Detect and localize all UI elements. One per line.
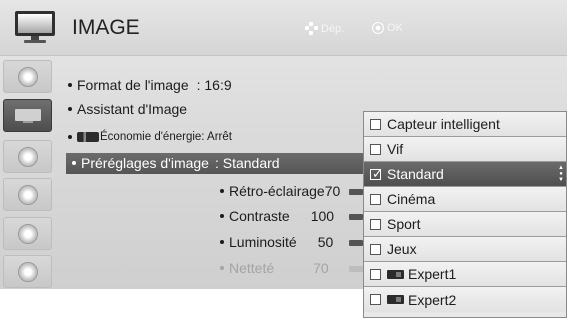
option-standard[interactable]: ✓ Standard ▲ ● ▼ (364, 162, 566, 187)
option-label: Standard (387, 166, 444, 182)
contrast-value: 100 (310, 208, 335, 224)
setting-sharpness[interactable]: Netteté 70 (218, 260, 329, 276)
tv-monitor-icon (15, 11, 55, 43)
sharpness-bar (349, 266, 363, 272)
option-vivid[interactable]: Vif (364, 137, 566, 162)
energy-saving-icon (77, 132, 99, 142)
format-label: Format de l'image (77, 77, 189, 93)
sidebar-item-lock[interactable] (3, 217, 52, 250)
hint-ok-label: OK (387, 22, 403, 34)
sidebar-item-option[interactable] (3, 255, 52, 288)
lock-icon (17, 223, 38, 244)
bullet (72, 161, 76, 165)
backlight-label: Rétro-éclairage (229, 183, 325, 199)
bullet (68, 107, 72, 111)
option-icon (17, 261, 38, 282)
page-title: IMAGE (72, 16, 140, 39)
hint-move: Dép. (305, 22, 344, 35)
option-expert2[interactable]: Expert2 (364, 287, 566, 312)
checkbox-checked: ✓ (370, 165, 383, 181)
checkbox (370, 294, 381, 305)
option-label: Expert2 (408, 291, 457, 308)
bullet (68, 83, 72, 87)
bullet (220, 214, 224, 218)
checkbox (370, 118, 381, 130)
bullet (220, 266, 224, 270)
picture-presets-row: Préréglages d'image : Standard (70, 155, 280, 171)
setting-backlight[interactable]: Rétro-éclairage 70 (218, 183, 340, 199)
picture-tv-icon (17, 66, 38, 87)
sidebar-item-picture[interactable] (3, 60, 52, 93)
brightness-value: 50 (317, 234, 334, 250)
option-sport[interactable]: Sport (364, 212, 566, 237)
bullet (68, 135, 72, 139)
sidebar-item-image[interactable] (3, 99, 52, 132)
checkbox (370, 218, 381, 230)
menu-item-format[interactable]: Format de l'image : 16:9 (66, 77, 232, 93)
sharpness-label: Netteté (229, 260, 275, 276)
hint-move-label: Dép. (321, 22, 345, 35)
ok-button-icon (372, 22, 384, 34)
backlight-value: 70 (324, 183, 341, 199)
hint-ok: OK (372, 22, 403, 34)
checkbox (370, 268, 381, 280)
expert-mode-icon (387, 269, 404, 279)
sidebar-item-time[interactable] (3, 178, 52, 211)
dpad-icon (305, 22, 318, 35)
setting-brightness[interactable]: Luminosité 50 (218, 234, 333, 250)
option-label: Cinéma (387, 191, 436, 207)
menu-item-assistant[interactable]: Assistant d'Image (66, 101, 187, 117)
assistant-label: Assistant d'Image (77, 101, 188, 117)
sharpness-value: 70 (313, 260, 329, 276)
category-sidebar (0, 56, 55, 289)
option-smart-sensor[interactable]: Capteur intelligent (364, 112, 566, 137)
check-mark-icon: ✓ (372, 165, 383, 181)
energy-saving-label: Économie d'énergie: Arrêt (100, 131, 232, 143)
backlight-bar (349, 189, 363, 195)
checkbox (370, 243, 381, 255)
format-value: : 16:9 (196, 77, 232, 93)
speaker-icon (17, 146, 38, 167)
option-label: Sport (387, 216, 421, 232)
contrast-bar (349, 214, 363, 220)
expert-mode-icon (387, 295, 404, 304)
picture-presets-value: : Standard (214, 155, 280, 171)
option-label: Vif (387, 141, 404, 157)
bullet (220, 240, 224, 244)
sidebar-item-audio[interactable] (3, 140, 52, 173)
menu-item-energy-saving[interactable]: Économie d'énergie: Arrêt (66, 131, 232, 143)
option-label: Jeux (387, 241, 417, 257)
option-label: Expert1 (408, 266, 457, 282)
setting-contrast[interactable]: Contraste 100 (218, 208, 334, 224)
checkbox (370, 143, 381, 155)
option-game[interactable]: Jeux (364, 237, 566, 262)
option-cinema[interactable]: Cinéma (364, 187, 566, 212)
menu-item-picture-presets[interactable]: Préréglages d'image : Standard (66, 153, 371, 174)
bullet (220, 189, 224, 193)
picture-presets-label: Préréglages d'image (81, 155, 209, 171)
checkbox (370, 193, 381, 205)
brightness-bar (349, 240, 363, 246)
contrast-label: Contraste (229, 208, 290, 224)
clock-icon (17, 184, 38, 205)
scroll-arrows-icon: ▲ ● ▼ (558, 165, 564, 183)
picture-preset-dropdown: Capteur intelligent Vif ✓ Standard ▲ ● ▼ C… (363, 111, 567, 318)
menu-header: IMAGE Dép. OK (0, 0, 567, 56)
tv-screen-icon (14, 108, 41, 123)
option-label: Capteur intelligent (387, 116, 500, 132)
brightness-label: Luminosité (229, 234, 297, 250)
option-expert1[interactable]: Expert1 (364, 262, 566, 287)
